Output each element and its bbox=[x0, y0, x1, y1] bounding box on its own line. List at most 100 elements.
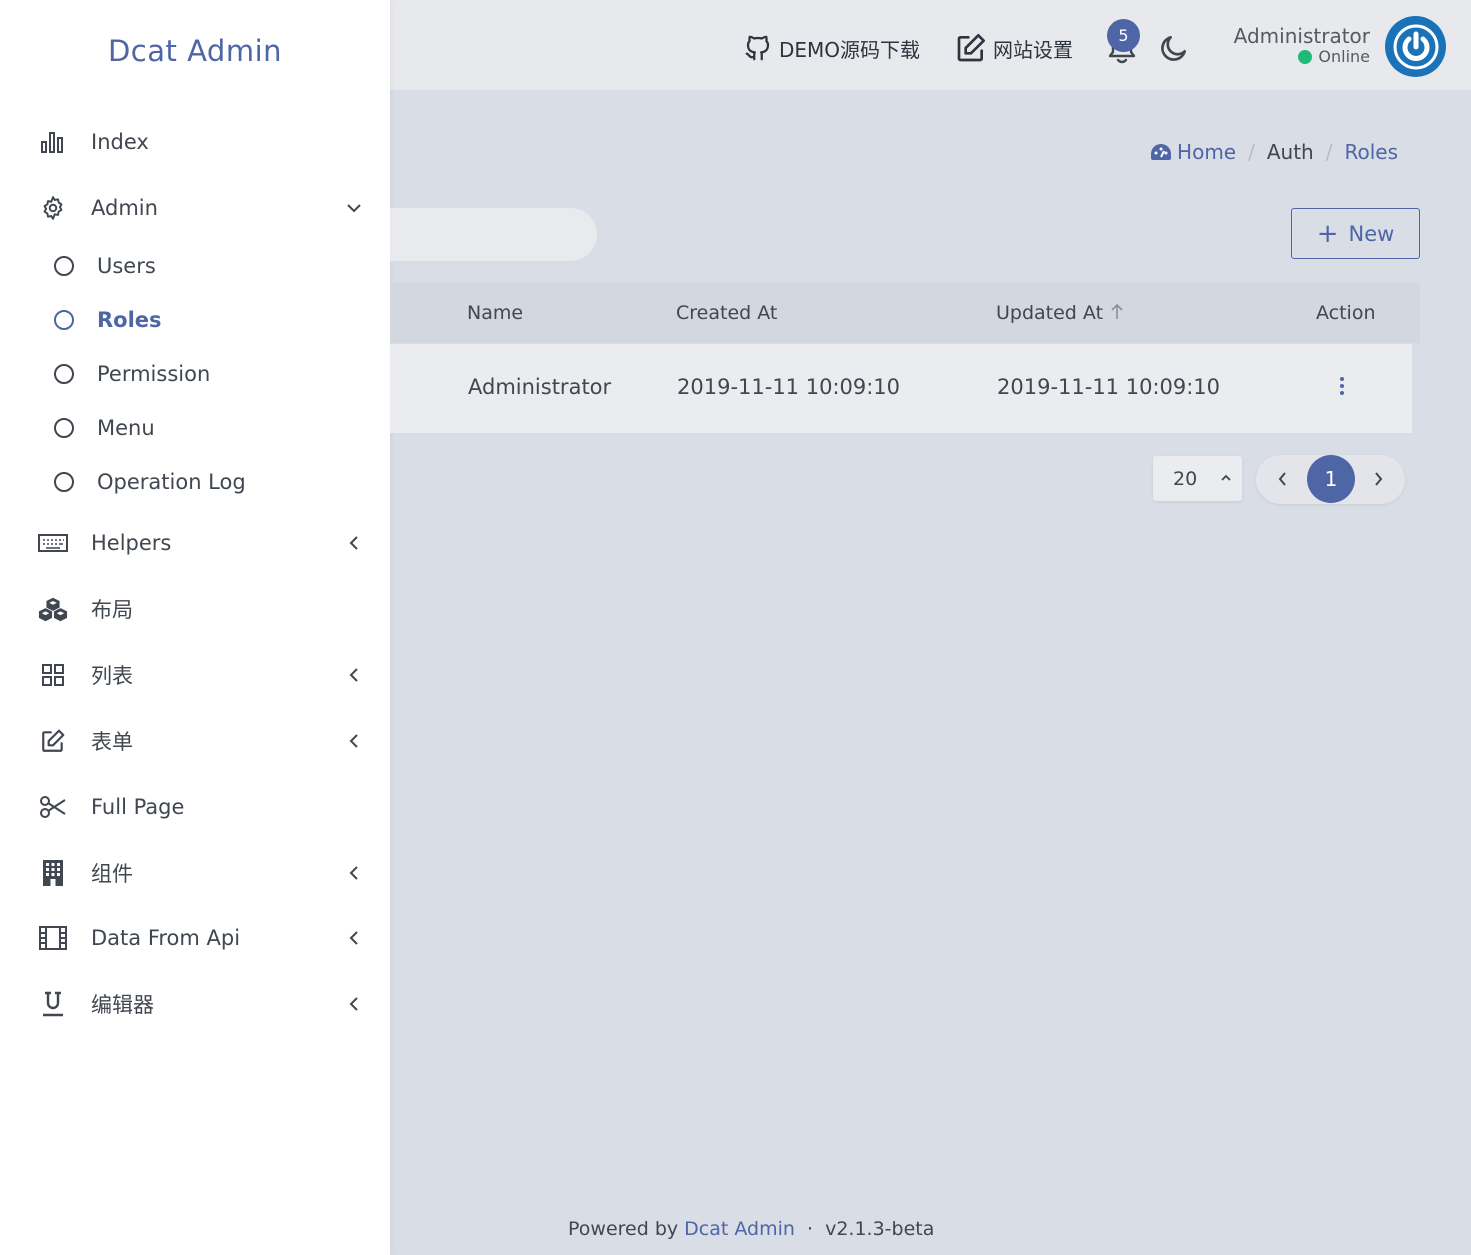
grid-icon bbox=[38, 660, 68, 690]
chevron-left-icon bbox=[344, 994, 364, 1014]
sidebar-item-layout[interactable]: 布局 bbox=[0, 587, 390, 631]
sidebar-item-operation-log[interactable]: Operation Log bbox=[0, 460, 390, 504]
sidebar: Dcat Admin Index Admin Users Roles Permi… bbox=[0, 0, 390, 1255]
per-page-value: 20 bbox=[1173, 468, 1198, 490]
table-row: Administrator 2019-11-11 10:09:10 2019-1… bbox=[390, 344, 1412, 433]
chevron-left-icon bbox=[344, 665, 364, 685]
sidebar-item-form[interactable]: 表单 bbox=[0, 719, 390, 763]
site-settings-label: 网站设置 bbox=[993, 37, 1073, 62]
circle-icon bbox=[49, 305, 79, 335]
sidebar-item-label: Index bbox=[91, 130, 149, 154]
brand-logo[interactable]: Dcat Admin bbox=[0, 34, 390, 68]
sidebar-item-list[interactable]: 列表 bbox=[0, 653, 390, 697]
demo-source-label: DEMO源码下载 bbox=[779, 37, 921, 62]
cell-updated-at: 2019-11-11 10:09:10 bbox=[997, 375, 1221, 399]
edit-icon bbox=[38, 726, 68, 756]
per-page-select[interactable]: 20 bbox=[1153, 456, 1242, 501]
sidebar-item-menu[interactable]: Menu bbox=[0, 406, 390, 450]
breadcrumb-home[interactable]: Home bbox=[1177, 140, 1236, 164]
breadcrumb-roles[interactable]: Roles bbox=[1344, 140, 1398, 164]
sidebar-item-label: 编辑器 bbox=[91, 993, 154, 1017]
footer-link[interactable]: Dcat Admin bbox=[684, 1218, 795, 1240]
user-status-label: Online bbox=[1318, 47, 1370, 66]
online-dot-icon bbox=[1298, 49, 1313, 64]
sidebar-item-label: 布局 bbox=[91, 598, 133, 622]
sidebar-item-label: Roles bbox=[97, 308, 162, 332]
footer-prefix: Powered by bbox=[568, 1218, 679, 1240]
sidebar-item-label: Data From Api bbox=[91, 926, 241, 950]
chevron-left-icon bbox=[344, 731, 364, 751]
moon-icon[interactable] bbox=[1158, 32, 1190, 64]
demo-source-link[interactable]: DEMO源码下载 bbox=[743, 28, 920, 68]
footer-separator: · bbox=[806, 1218, 814, 1240]
circle-icon bbox=[49, 359, 79, 389]
building-icon bbox=[38, 858, 68, 888]
chevron-up-icon bbox=[1221, 474, 1231, 481]
breadcrumb-separator: / bbox=[1325, 140, 1333, 164]
sidebar-item-helpers[interactable]: Helpers bbox=[0, 521, 390, 565]
new-button-label: New bbox=[1348, 221, 1395, 246]
sidebar-item-index[interactable]: Index bbox=[0, 120, 390, 164]
column-action: Action bbox=[1316, 302, 1376, 324]
underline-icon bbox=[38, 989, 68, 1019]
sidebar-item-label: Operation Log bbox=[97, 470, 246, 494]
sidebar-item-users[interactable]: Users bbox=[0, 244, 390, 288]
sidebar-item-roles[interactable]: Roles bbox=[0, 298, 390, 342]
breadcrumb-separator: / bbox=[1248, 140, 1255, 164]
page-button-current[interactable]: 1 bbox=[1307, 455, 1355, 503]
sidebar-item-label: Full Page bbox=[91, 795, 185, 819]
column-name: Name bbox=[467, 302, 524, 324]
sidebar-item-permission[interactable]: Permission bbox=[0, 352, 390, 396]
new-button[interactable]: + New bbox=[1291, 208, 1420, 259]
chevron-left-icon[interactable] bbox=[1276, 470, 1290, 488]
edit-icon bbox=[957, 34, 985, 62]
chevron-right-icon[interactable] bbox=[1371, 470, 1385, 488]
chevron-left-icon bbox=[344, 928, 364, 948]
circle-icon bbox=[49, 467, 79, 497]
pagination: 1 bbox=[1256, 455, 1405, 504]
plus-icon: + bbox=[1316, 218, 1339, 249]
sort-arrow-up-icon[interactable] bbox=[1110, 303, 1124, 321]
gear-icon bbox=[38, 193, 68, 223]
circle-icon bbox=[49, 251, 79, 281]
power-icon bbox=[1393, 24, 1438, 69]
keyboard-icon bbox=[38, 528, 68, 558]
sidebar-item-label: Menu bbox=[97, 416, 155, 440]
scissors-icon bbox=[38, 792, 68, 822]
avatar[interactable] bbox=[1385, 16, 1446, 77]
column-created-at: Created At bbox=[676, 302, 778, 324]
chevron-left-icon bbox=[344, 533, 364, 553]
search-input[interactable] bbox=[390, 208, 597, 261]
footer: Powered by Dcat Admin · v2.1.3-beta bbox=[568, 1218, 934, 1240]
film-icon bbox=[38, 923, 68, 953]
sidebar-item-components[interactable]: 组件 bbox=[0, 851, 390, 895]
table-header: Name Created At Updated At Action bbox=[390, 283, 1420, 343]
sidebar-item-full-page[interactable]: Full Page bbox=[0, 785, 390, 829]
footer-version: v2.1.3-beta bbox=[825, 1218, 935, 1240]
breadcrumb-auth: Auth bbox=[1266, 140, 1314, 164]
notification-badge[interactable]: 5 bbox=[1107, 19, 1140, 52]
bar-chart-icon bbox=[38, 127, 68, 157]
chevron-left-icon bbox=[344, 863, 364, 883]
sidebar-item-label: Helpers bbox=[91, 531, 172, 555]
chevron-down-icon bbox=[344, 198, 364, 218]
sidebar-item-label: Permission bbox=[97, 362, 211, 386]
sidebar-item-label: Admin bbox=[91, 196, 158, 220]
sidebar-item-editor[interactable]: 编辑器 bbox=[0, 982, 390, 1026]
user-status: Online bbox=[1298, 47, 1370, 66]
circle-icon bbox=[49, 413, 79, 443]
sidebar-item-label: Users bbox=[97, 254, 156, 278]
breadcrumb: Home / Auth / Roles bbox=[1150, 140, 1398, 164]
cubes-icon bbox=[38, 594, 68, 624]
cell-name: Administrator bbox=[468, 375, 612, 399]
cell-created-at: 2019-11-11 10:09:10 bbox=[677, 375, 901, 399]
sidebar-item-admin[interactable]: Admin bbox=[0, 186, 390, 230]
more-actions-icon[interactable] bbox=[1340, 377, 1346, 398]
site-settings-link[interactable]: 网站设置 bbox=[955, 28, 1073, 68]
sidebar-item-label: 列表 bbox=[91, 664, 133, 688]
column-updated-at[interactable]: Updated At bbox=[996, 302, 1103, 324]
user-name[interactable]: Administrator bbox=[1234, 24, 1370, 48]
sidebar-item-label: 表单 bbox=[91, 730, 133, 754]
sidebar-item-data-from-api[interactable]: Data From Api bbox=[0, 916, 390, 960]
sidebar-item-label: 组件 bbox=[91, 862, 133, 886]
